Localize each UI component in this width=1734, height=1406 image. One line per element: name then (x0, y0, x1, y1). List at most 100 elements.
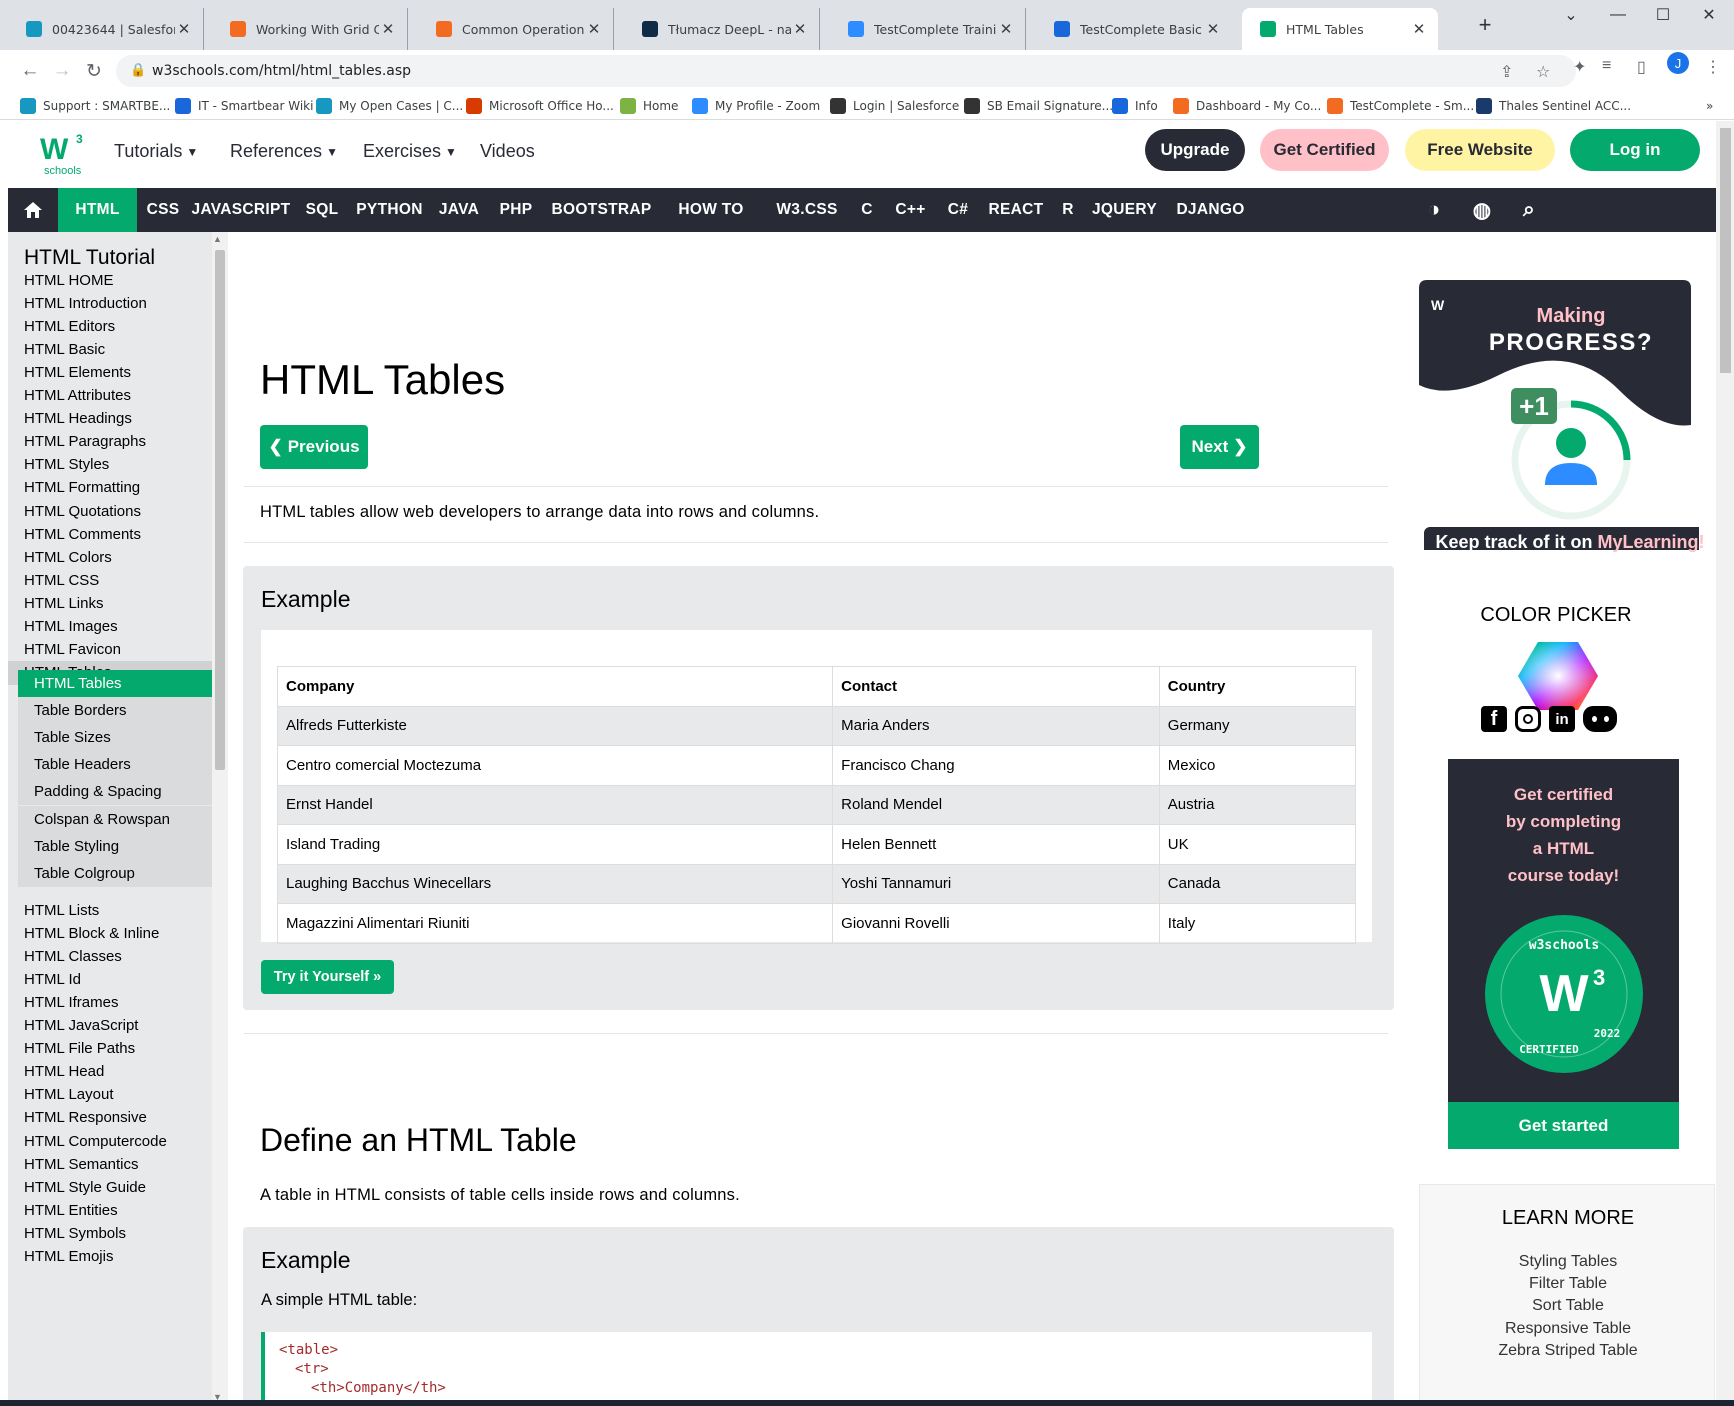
bookmark-item[interactable]: Login | Salesforce (830, 95, 959, 117)
linkedin-icon[interactable]: in (1549, 706, 1575, 732)
bookmark-item[interactable]: Info (1112, 95, 1158, 117)
bookmark-item[interactable]: My Profile - Zoom (692, 95, 820, 117)
bookmark-item[interactable]: SB Email Signature... (964, 95, 1113, 117)
progress-promo[interactable]: +1 W Making PROGRESS? Keep track of it o… (1419, 280, 1705, 552)
discord-icon[interactable] (1583, 706, 1617, 732)
sidebar-item[interactable]: HTML Favicon (24, 638, 121, 662)
sidebar-item[interactable]: HTML Images (24, 615, 118, 639)
sidebar-subitem[interactable]: HTML Tables (18, 670, 212, 697)
globe-icon[interactable]: ◍ (1462, 188, 1502, 232)
w3schools-logo[interactable]: W 3 schools (34, 129, 98, 181)
menu-item-java[interactable]: JAVA (430, 188, 488, 232)
share-icon[interactable]: ⇪ (1500, 62, 1513, 81)
learn-more-link[interactable]: Sort Table (1420, 1297, 1716, 1315)
bookmark-item[interactable]: Microsoft Office Ho... (466, 95, 614, 117)
sidebar-item[interactable]: HTML Iframes (24, 990, 118, 1014)
instagram-icon[interactable] (1515, 706, 1541, 732)
browser-tab[interactable]: TestComplete Basic - Jaros✕ (1036, 8, 1232, 50)
page-scroll-thumb[interactable] (1720, 128, 1731, 373)
sidebar-subitem[interactable]: Padding & Spacing (18, 778, 212, 806)
sidebar-item[interactable]: HTML Symbols (24, 1221, 126, 1245)
sidebar-item[interactable]: HTML Computercode (24, 1129, 167, 1153)
exercises-menu[interactable]: Exercises ▼ (363, 141, 457, 162)
learn-more-link[interactable]: Styling Tables (1420, 1253, 1716, 1271)
sidebar-item[interactable]: HTML Styles (24, 453, 109, 477)
sidebar-item[interactable]: HTML Introduction (24, 291, 147, 315)
scroll-up-arrow-icon[interactable]: ▲ (213, 234, 222, 244)
sidebar-item[interactable]: HTML Basic (24, 337, 105, 361)
learn-more-link[interactable]: Responsive Table (1420, 1320, 1716, 1338)
menu-item-php[interactable]: PHP (489, 188, 543, 232)
previous-button[interactable]: ❮ Previous (260, 425, 368, 469)
upgrade-button[interactable]: Upgrade (1145, 129, 1245, 171)
learn-more-link[interactable]: Filter Table (1420, 1275, 1716, 1293)
tab-search-icon[interactable]: ⌄ (1548, 0, 1594, 30)
menu-item-html[interactable]: HTML (58, 188, 137, 232)
sidebar-item[interactable]: HTML Block & Inline (24, 921, 159, 945)
search-icon[interactable]: ⌕ (1509, 188, 1549, 232)
sidebar-item[interactable]: HTML Semantics (24, 1152, 138, 1176)
sidebar-item[interactable]: HTML Layout (24, 1083, 113, 1107)
tutorials-menu[interactable]: Tutorials ▼ (114, 141, 198, 162)
close-tab-icon[interactable]: ✕ (1204, 20, 1222, 38)
sidebar-scroll-thumb[interactable] (215, 250, 225, 770)
menu-item-bootstrap[interactable]: BOOTSTRAP (544, 188, 659, 232)
browser-tab[interactable]: TestComplete Training - Zo✕ (830, 8, 1026, 50)
learn-more-link[interactable]: Zebra Striped Table (1420, 1342, 1716, 1360)
browser-tab[interactable]: Common Operations for G✕ (418, 8, 614, 50)
reload-icon[interactable]: ↻ (80, 58, 108, 84)
close-window-icon[interactable]: ✕ (1686, 0, 1732, 30)
references-menu[interactable]: References ▼ (230, 141, 338, 162)
sidebar-subitem[interactable]: Table Headers (18, 751, 212, 779)
menu-item-django[interactable]: DJANGO (1168, 188, 1253, 232)
videos-link[interactable]: Videos (480, 141, 535, 162)
sidebar-item[interactable]: HTML File Paths (24, 1037, 135, 1061)
menu-item-css[interactable]: CSS (139, 188, 187, 232)
address-input[interactable]: 🔒 w3schools.com/html/html_tables.asp ⇪ ☆ (116, 55, 1576, 87)
close-tab-icon[interactable]: ✕ (997, 20, 1015, 38)
close-tab-icon[interactable]: ✕ (791, 20, 809, 38)
menu-item-c-[interactable]: C# (939, 188, 977, 232)
more-bookmarks-icon[interactable]: » (1706, 95, 1713, 117)
login-button[interactable]: Log in (1570, 129, 1700, 171)
menu-item-javascript[interactable]: JAVASCRIPT (188, 188, 294, 232)
sidebar-item[interactable]: HTML JavaScript (24, 1014, 138, 1038)
sidebar-item[interactable]: HTML Elements (24, 360, 131, 384)
sidebar-item[interactable]: HTML Colors (24, 545, 112, 569)
new-tab-icon[interactable]: + (1462, 10, 1508, 40)
menu-item-jquery[interactable]: JQUERY (1082, 188, 1167, 232)
sidebar-item[interactable]: HTML Responsive (24, 1106, 147, 1130)
sidebar-item[interactable]: HTML Headings (24, 407, 132, 431)
facebook-icon[interactable]: f (1481, 706, 1507, 732)
next-button[interactable]: Next ❯ (1180, 425, 1259, 469)
browser-tab[interactable]: Tłumacz DeepL - najlepszy✕ (624, 8, 820, 50)
browser-tab[interactable]: HTML Tables ✕ (1242, 8, 1438, 50)
menu-item-react[interactable]: REACT (978, 188, 1054, 232)
sidebar-item[interactable]: HTML Head (24, 1060, 104, 1084)
sidebar-item[interactable]: HTML Formatting (24, 476, 140, 500)
forward-icon[interactable]: → (48, 58, 76, 84)
back-icon[interactable]: ← (16, 58, 44, 84)
bookmark-item[interactable]: Dashboard - My Co... (1173, 95, 1321, 117)
bookmark-item[interactable]: Home (620, 95, 678, 117)
home-icon[interactable] (8, 188, 58, 232)
sidebar-item[interactable]: HTML Lists (24, 898, 99, 922)
contrast-icon[interactable]: ◑ (1414, 188, 1454, 232)
extensions-icon[interactable]: ✦ (1573, 57, 1586, 77)
bookmark-item[interactable]: Support : SMARTBE... (20, 95, 170, 117)
browser-tab[interactable]: 00423644 | Salesforce✕ (8, 8, 204, 50)
sidebar-item[interactable]: HTML Style Guide (24, 1175, 146, 1199)
maximize-icon[interactable]: ☐ (1640, 0, 1686, 30)
menu-item-c-[interactable]: C++ (883, 188, 938, 232)
sidebar-item[interactable]: HTML Quotations (24, 499, 141, 523)
close-tab-icon[interactable]: ✕ (1410, 20, 1428, 38)
close-tab-icon[interactable]: ✕ (585, 20, 603, 38)
reading-list-icon[interactable]: ≡ (1602, 57, 1611, 75)
sidebar-subitem[interactable]: Table Colgroup (18, 859, 212, 887)
menu-item-c[interactable]: C (852, 188, 882, 232)
sidebar-subitem[interactable]: Table Borders (18, 697, 212, 725)
close-tab-icon[interactable]: ✕ (175, 20, 193, 38)
lock-icon[interactable]: 🔒 (130, 63, 146, 78)
sidebar-subitem[interactable]: Table Styling (18, 832, 212, 860)
sidebar-item[interactable]: HTML HOME (24, 268, 113, 292)
